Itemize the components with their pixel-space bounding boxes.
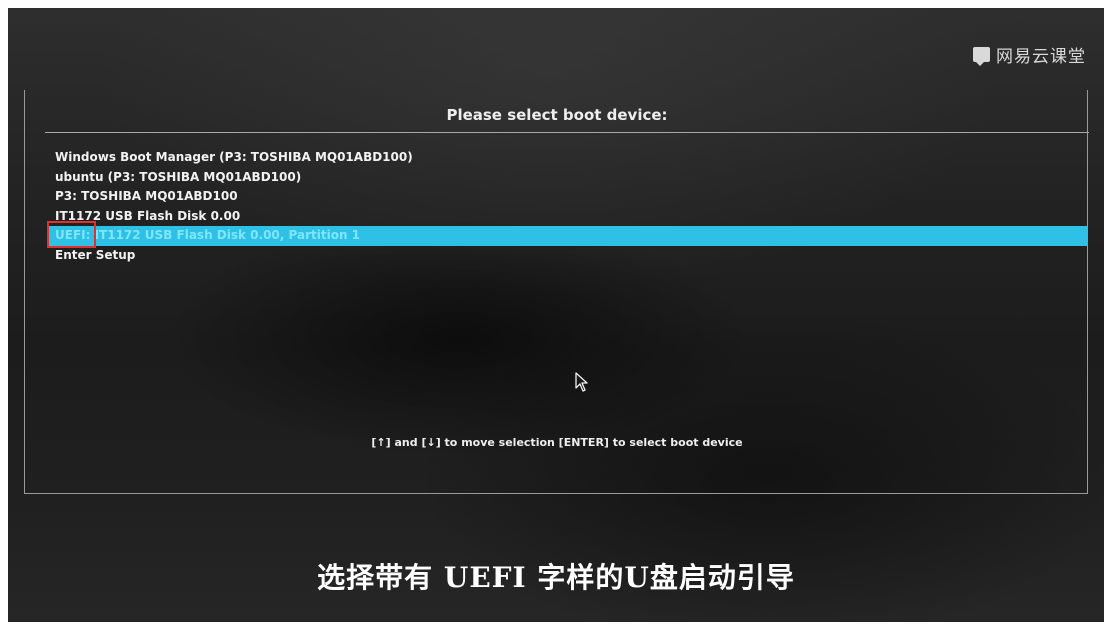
boot-device-list: Windows Boot Manager (P3: TOSHIBA MQ01AB… <box>47 148 1087 265</box>
boot-item-windows-boot-manager[interactable]: Windows Boot Manager (P3: TOSHIBA MQ01AB… <box>47 148 1087 168</box>
boot-item-enter-setup[interactable]: Enter Setup <box>47 246 1087 266</box>
video-frame: 网易云课堂 Please select boot device: Windows… <box>0 0 1107 626</box>
boot-item-toshiba-disk[interactable]: P3: TOSHIBA MQ01ABD100 <box>47 187 1087 207</box>
boot-item-uefi-label: UEFI: IT1172 USB Flash Disk 0.00, Partit… <box>55 228 361 242</box>
uefi-highlight-box <box>47 221 96 248</box>
boot-menu-panel: Please select boot device: Windows Boot … <box>24 90 1089 494</box>
mouse-pointer-icon <box>575 372 588 392</box>
boot-item-uefi-usb-flash-disk[interactable]: UEFI: IT1172 USB Flash Disk 0.00, Partit… <box>47 221 1087 248</box>
title-divider <box>45 132 1089 133</box>
navigation-hint: [↑] and [↓] to move selection [ENTER] to… <box>371 436 743 449</box>
subtitle-caption: 选择带有 UEFI 字样的U盘启动引导 <box>317 561 795 594</box>
watermark: 网易云课堂 <box>973 42 1086 67</box>
boot-menu-title: Please select boot device: <box>446 106 668 124</box>
watermark-text: 网易云课堂 <box>996 47 1086 67</box>
boot-item-usb-flash-disk[interactable]: IT1172 USB Flash Disk 0.00 <box>47 207 1087 227</box>
boot-item-ubuntu[interactable]: ubuntu (P3: TOSHIBA MQ01ABD100) <box>47 168 1087 188</box>
video-course-icon <box>973 47 990 66</box>
bios-screen: 网易云课堂 Please select boot device: Windows… <box>8 8 1104 622</box>
